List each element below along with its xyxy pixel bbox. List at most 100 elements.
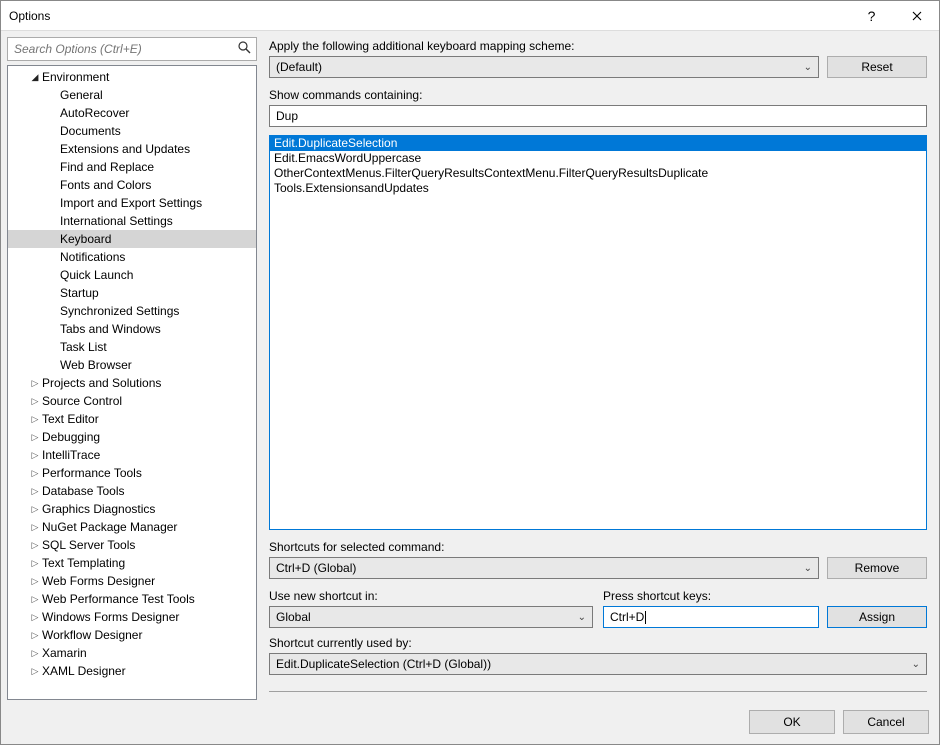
tree-item[interactable]: Web Browser — [8, 356, 256, 374]
selected-shortcut-value: Ctrl+D (Global) — [276, 561, 356, 575]
dialog-body: ◢EnvironmentGeneral AutoRecover Documents E… — [1, 31, 939, 700]
nav-tree[interactable]: ◢EnvironmentGeneral AutoRecover Documents E… — [7, 65, 257, 700]
selected-shortcut-dropdown[interactable]: Ctrl+D (Global) ⌄ — [269, 557, 819, 579]
tree-item[interactable]: Tabs and Windows — [8, 320, 256, 338]
tree-item[interactable]: ▷Text Templating — [8, 554, 256, 572]
cancel-button[interactable]: Cancel — [843, 710, 929, 734]
tree-item[interactable]: Synchronized Settings — [8, 302, 256, 320]
tree-item[interactable]: Notifications — [8, 248, 256, 266]
used-by-dropdown[interactable]: Edit.DuplicateSelection (Ctrl+D (Global)… — [269, 653, 927, 675]
scheme-value: (Default) — [276, 60, 322, 74]
tree-item-label: XAML Designer — [42, 664, 126, 678]
chevron-down-icon: ⌄ — [912, 659, 920, 670]
tree-item[interactable]: Fonts and Colors — [8, 176, 256, 194]
tree-item-label: Task List — [60, 340, 107, 354]
chevron-down-icon: ⌄ — [804, 62, 812, 73]
close-button[interactable] — [894, 1, 939, 31]
scope-dropdown[interactable]: Global ⌄ — [269, 606, 593, 628]
arrow-collapsed-icon: ▷ — [28, 666, 42, 677]
arrow-collapsed-icon: ▷ — [28, 576, 42, 587]
tree-item-label: Web Forms Designer — [42, 574, 155, 588]
tree-item-label: Extensions and Updates — [60, 142, 190, 156]
tree-item[interactable]: ▷NuGet Package Manager — [8, 518, 256, 536]
tree-item-label: Debugging — [42, 430, 100, 444]
tree-item[interactable]: ▷Projects and Solutions — [8, 374, 256, 392]
tree-item[interactable]: ▷Workflow Designer — [8, 626, 256, 644]
tree-item[interactable]: Find and Replace — [8, 158, 256, 176]
tree-item[interactable]: Task List — [8, 338, 256, 356]
tree-item-label: IntelliTrace — [42, 448, 100, 462]
tree-item[interactable]: Extensions and Updates — [8, 140, 256, 158]
list-item[interactable]: OtherContextMenus.FilterQueryResultsCont… — [270, 166, 926, 181]
list-item[interactable]: Edit.DuplicateSelection — [270, 136, 926, 151]
arrow-collapsed-icon: ▷ — [28, 522, 42, 533]
tree-item[interactable]: ◢Environment — [8, 68, 256, 86]
tree-item[interactable]: Import and Export Settings — [8, 194, 256, 212]
tree-item[interactable]: Keyboard — [8, 230, 256, 248]
tree-item[interactable]: ▷Debugging — [8, 428, 256, 446]
press-keys-value: Ctrl+D — [610, 610, 644, 624]
tree-item-label: Graphics Diagnostics — [42, 502, 155, 516]
window-title: Options — [9, 9, 849, 23]
tree-item-label: NuGet Package Manager — [42, 520, 177, 534]
tree-item[interactable]: ▷Windows Forms Designer — [8, 608, 256, 626]
tree-item-label: Workflow Designer — [42, 628, 142, 642]
search-input[interactable] — [7, 37, 257, 61]
tree-item[interactable]: Startup — [8, 284, 256, 302]
used-by-label: Shortcut currently used by: — [269, 636, 927, 650]
close-icon — [912, 11, 922, 21]
chevron-down-icon: ⌄ — [804, 563, 812, 574]
arrow-collapsed-icon: ▷ — [28, 504, 42, 515]
titlebar: Options ? — [1, 1, 939, 31]
tree-item[interactable]: Quick Launch — [8, 266, 256, 284]
tree-item[interactable]: ▷IntelliTrace — [8, 446, 256, 464]
remove-button[interactable]: Remove — [827, 557, 927, 579]
tree-item-label: Web Browser — [60, 358, 132, 372]
arrow-collapsed-icon: ▷ — [28, 612, 42, 623]
tree-item[interactable]: ▷Xamarin — [8, 644, 256, 662]
tree-item[interactable]: ▷Web Forms Designer — [8, 572, 256, 590]
scheme-dropdown[interactable]: (Default) ⌄ — [269, 56, 819, 78]
arrow-collapsed-icon: ▷ — [28, 396, 42, 407]
tree-item-label: AutoRecover — [60, 106, 129, 120]
tree-item-label: Projects and Solutions — [42, 376, 161, 390]
tree-item-label: Text Templating — [42, 556, 125, 570]
arrow-collapsed-icon: ▷ — [28, 486, 42, 497]
press-keys-input[interactable]: Ctrl+D — [603, 606, 819, 628]
chevron-down-icon: ⌄ — [578, 612, 586, 623]
shortcuts-label: Shortcuts for selected command: — [269, 540, 927, 554]
tree-item[interactable]: General — [8, 86, 256, 104]
tree-item-label: Documents — [60, 124, 121, 138]
assign-button[interactable]: Assign — [827, 606, 927, 628]
arrow-collapsed-icon: ▷ — [28, 648, 42, 659]
search-wrap — [7, 37, 257, 61]
list-item[interactable]: Tools.ExtensionsandUpdates — [270, 181, 926, 196]
command-listbox[interactable]: Edit.DuplicateSelectionEdit.EmacsWordUpp… — [269, 135, 927, 530]
list-item[interactable]: Edit.EmacsWordUppercase — [270, 151, 926, 166]
arrow-collapsed-icon: ▷ — [28, 468, 42, 479]
tree-item-label: Fonts and Colors — [60, 178, 151, 192]
text-cursor — [645, 611, 646, 624]
tree-item-label: Xamarin — [42, 646, 87, 660]
arrow-collapsed-icon: ▷ — [28, 630, 42, 641]
tree-item[interactable]: ▷Performance Tools — [8, 464, 256, 482]
tree-item[interactable]: ▷Source Control — [8, 392, 256, 410]
tree-item[interactable]: ▷Text Editor — [8, 410, 256, 428]
filter-value: Dup — [276, 109, 298, 123]
tree-item[interactable]: AutoRecover — [8, 104, 256, 122]
tree-item-label: International Settings — [60, 214, 173, 228]
tree-item-label: Tabs and Windows — [60, 322, 161, 336]
tree-item[interactable]: ▷Web Performance Test Tools — [8, 590, 256, 608]
arrow-collapsed-icon: ▷ — [28, 414, 42, 425]
tree-item-label: Find and Replace — [60, 160, 154, 174]
tree-item[interactable]: International Settings — [8, 212, 256, 230]
tree-item[interactable]: ▷XAML Designer — [8, 662, 256, 680]
tree-item[interactable]: ▷Database Tools — [8, 482, 256, 500]
help-button[interactable]: ? — [849, 1, 894, 31]
tree-item[interactable]: ▷Graphics Diagnostics — [8, 500, 256, 518]
ok-button[interactable]: OK — [749, 710, 835, 734]
tree-item[interactable]: ▷SQL Server Tools — [8, 536, 256, 554]
reset-button[interactable]: Reset — [827, 56, 927, 78]
tree-item[interactable]: Documents — [8, 122, 256, 140]
filter-input[interactable]: Dup — [269, 105, 927, 127]
